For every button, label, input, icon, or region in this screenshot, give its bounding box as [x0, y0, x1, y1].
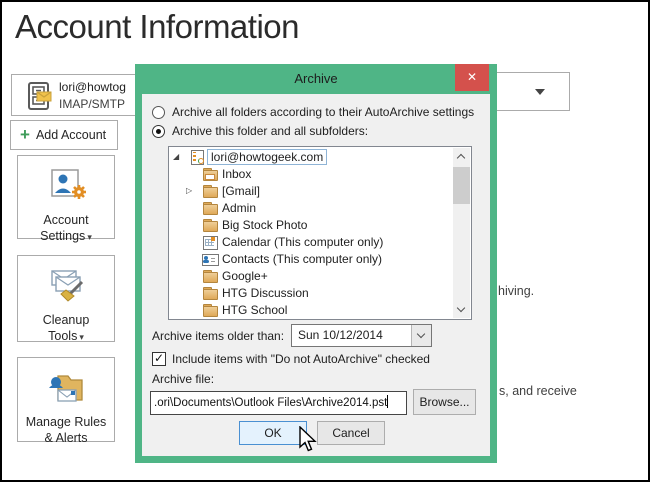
cleanup-tools-label-line1: Cleanup: [43, 312, 90, 328]
date-dropdown-button[interactable]: [411, 325, 431, 346]
inbox-icon: [202, 167, 218, 181]
radio-selected-icon[interactable]: [152, 125, 165, 138]
cancel-button[interactable]: Cancel: [317, 421, 385, 445]
tree-item[interactable]: Big Stock Photo: [169, 216, 453, 233]
folder-icon: [202, 218, 218, 232]
tree-item-label: Google+: [222, 269, 268, 283]
add-account-label: Add Account: [36, 128, 106, 142]
page-title: Account Information: [15, 8, 299, 46]
manage-rules-button[interactable]: Manage Rules & Alerts: [17, 357, 115, 442]
tree-item-label: Inbox: [222, 167, 251, 181]
mouse-cursor: [298, 426, 318, 454]
account-settings-label-line1: Account: [43, 212, 88, 228]
tree-item-label: Big Stock Photo: [222, 218, 307, 232]
radio-label: Archive this folder and all subfolders:: [172, 124, 368, 138]
browse-button[interactable]: Browse...: [413, 389, 476, 415]
text-caret: [387, 395, 388, 408]
tree-item[interactable]: Calendar (This computer only): [169, 233, 453, 250]
background-text-fragment: s, and receive: [499, 384, 577, 398]
account-selector[interactable]: lori@howtog IMAP/SMTP: [11, 74, 151, 116]
tree-item[interactable]: Inbox: [169, 165, 453, 182]
background-text-fragment: hiving.: [498, 284, 534, 298]
checkbox-label: Include items with "Do not AutoArchive" …: [172, 352, 430, 366]
older-than-label: Archive items older than:: [152, 329, 284, 343]
manage-rules-label-line2: & Alerts: [44, 430, 87, 446]
dialog-content: Archive all folders according to their A…: [142, 94, 490, 456]
archive-dialog: Archive ✕ Archive all folders according …: [135, 64, 497, 463]
scrollbar-thumb[interactable]: [453, 167, 470, 204]
tree-item-label: Admin: [222, 201, 256, 215]
folder-icon: [202, 303, 218, 317]
plus-icon: +: [20, 126, 30, 143]
account-name: lori@howtog: [59, 78, 126, 96]
account-icon: [189, 150, 205, 164]
tree-item-label: HTG Discussion: [222, 286, 309, 300]
account-settings-label-line2: Settings: [40, 229, 85, 243]
tree-item-label: lori@howtogeek.com: [207, 149, 327, 165]
close-button[interactable]: ✕: [455, 64, 489, 91]
account-settings-icon: [46, 168, 86, 206]
older-than-date-value: Sun 10/12/2014: [298, 328, 383, 342]
tree-item[interactable]: HTG School: [169, 301, 453, 318]
tree-scrollbar[interactable]: [453, 148, 470, 318]
tree-item-label: [Gmail]: [222, 184, 260, 198]
scroll-up-icon[interactable]: [453, 148, 470, 165]
folder-tree: ◢ lori@howtogeek.com Inbox ▷ [Gmail] Admin Big…: [168, 146, 472, 320]
include-noautoarchive-checkbox-row[interactable]: ✓ Include items with "Do not AutoArchive…: [152, 351, 430, 367]
dialog-title: Archive: [135, 64, 497, 94]
archive-file-value: .ori\Documents\Outlook Files\Archive2014…: [154, 397, 387, 409]
account-type: IMAP/SMTP: [59, 96, 126, 113]
ok-button[interactable]: OK: [239, 421, 307, 445]
tree-item[interactable]: ▷ [Gmail]: [169, 182, 453, 199]
close-icon: ✕: [467, 70, 477, 84]
folder-icon: [202, 201, 218, 215]
chevron-down-icon: [535, 89, 545, 100]
radio-label: Archive all folders according to their A…: [172, 105, 474, 119]
calendar-icon: [202, 235, 218, 249]
tree-item-label: HTG School: [222, 303, 287, 317]
tree-item[interactable]: [169, 318, 453, 319]
cleanup-tools-button[interactable]: Cleanup Tools▾: [17, 255, 115, 342]
cleanup-tools-label-line2: Tools: [48, 329, 77, 343]
dropdown-caret-icon: ▾: [87, 232, 92, 242]
tree-item[interactable]: Google+: [169, 267, 453, 284]
radio-archive-this-folder[interactable]: Archive this folder and all subfolders:: [152, 123, 368, 139]
tree-item-label: Contacts (This computer only): [222, 252, 382, 266]
checkbox-checked-icon[interactable]: ✓: [152, 352, 166, 366]
cleanup-tools-icon: [44, 268, 88, 306]
folder-icon: [202, 269, 218, 283]
archive-file-label: Archive file:: [152, 372, 214, 386]
scroll-down-icon[interactable]: [453, 301, 470, 318]
contacts-icon: [202, 252, 218, 266]
tree-expanded-icon[interactable]: ◢: [173, 148, 187, 165]
manage-rules-label-line1: Manage Rules: [26, 414, 107, 430]
folder-icon: [202, 184, 218, 198]
older-than-date-picker[interactable]: Sun 10/12/2014: [291, 324, 432, 347]
radio-archive-all-folders[interactable]: Archive all folders according to their A…: [152, 104, 474, 120]
tree-item[interactable]: HTG Discussion: [169, 284, 453, 301]
dropdown-caret-icon: ▾: [79, 332, 84, 342]
radio-icon[interactable]: [152, 106, 165, 119]
account-settings-button[interactable]: Account Settings▾: [17, 155, 115, 239]
add-account-button[interactable]: + Add Account: [10, 120, 118, 150]
tree-item[interactable]: ◢ lori@howtogeek.com: [169, 148, 453, 165]
outlook-backstage-screen: Account Information lori@howtog IMAP/SMT…: [0, 0, 650, 482]
manage-rules-icon: [44, 370, 88, 408]
chevron-down-icon: [417, 330, 425, 338]
tree-item[interactable]: Admin: [169, 199, 453, 216]
archive-file-input[interactable]: .ori\Documents\Outlook Files\Archive2014…: [150, 391, 407, 415]
tree-item-label: Calendar (This computer only): [222, 235, 383, 249]
mailbox-cabinet-icon: [25, 82, 55, 112]
tree-item[interactable]: Contacts (This computer only): [169, 250, 453, 267]
tree-collapsed-icon[interactable]: ▷: [186, 182, 200, 199]
folder-icon: [202, 286, 218, 300]
